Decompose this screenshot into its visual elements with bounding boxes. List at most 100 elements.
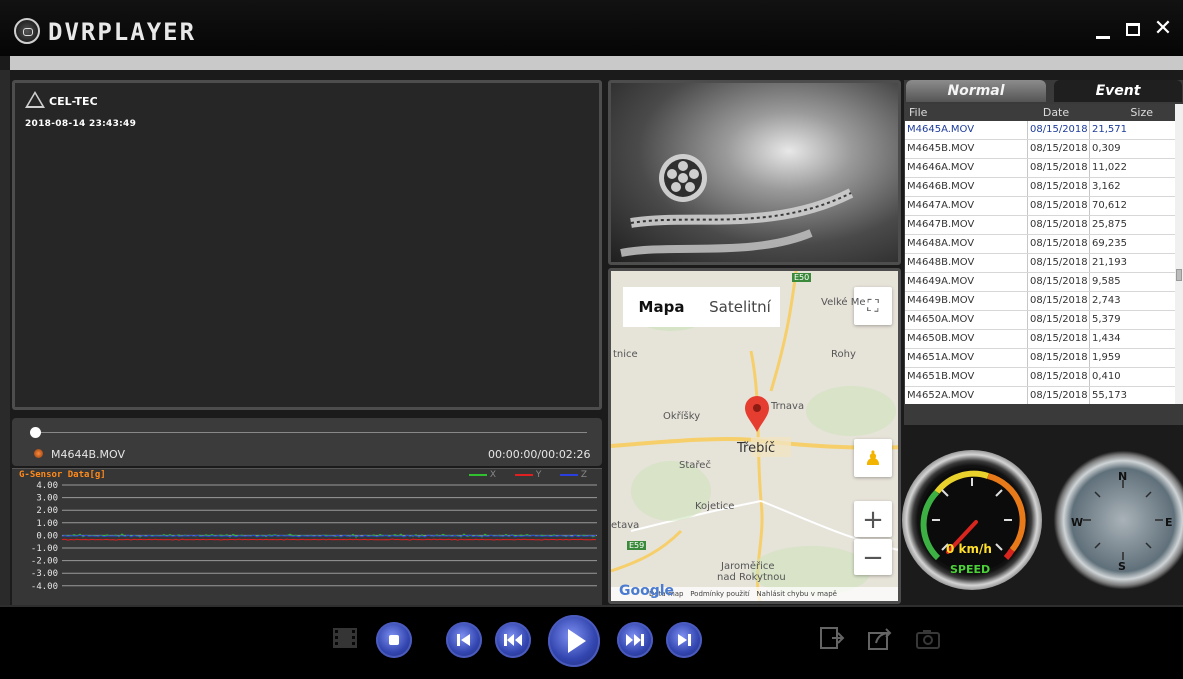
location-pin-icon[interactable] <box>742 394 772 434</box>
file-row[interactable]: M4646B.MOV 08/15/2018 3,162 <box>905 178 1175 197</box>
y-tick-label: 2.00 <box>36 506 58 516</box>
playback-progress-panel: M4644B.MOV 00:00:00/00:02:26 <box>12 418 602 466</box>
previous-file-icon <box>446 622 482 658</box>
share-icon[interactable] <box>866 625 894 653</box>
road-label: E50 <box>792 273 811 282</box>
street-view-button[interactable]: ♟ <box>854 439 892 477</box>
file-row[interactable]: M4647B.MOV 08/15/2018 25,875 <box>905 216 1175 235</box>
close-button[interactable]: ✕ <box>1148 14 1178 44</box>
file-size-cell: 1,434 <box>1089 330 1157 348</box>
y-tick-label: -4.00 <box>31 582 58 592</box>
g-sensor-plot: 4.00 3.00 2.00 1.00 0.00 -1.00 -2.00 -3.00 -4.00 <box>12 469 602 606</box>
file-date-cell: 08/15/2018 <box>1027 311 1089 329</box>
map-place: Stařeč <box>679 460 711 471</box>
file-row[interactable]: M4648A.MOV 08/15/2018 69,235 <box>905 235 1175 254</box>
film-reel-icon <box>611 83 901 265</box>
seek-bar[interactable] <box>32 432 587 433</box>
column-header-size[interactable]: Size <box>1087 104 1175 121</box>
map-type-mapa-tab[interactable]: Mapa <box>623 287 700 327</box>
fullscreen-icon: ⛶ <box>867 296 878 315</box>
app-title: DVRPLAYER <box>48 18 196 46</box>
speed-label: SPEED <box>950 563 990 576</box>
road-label: E59 <box>627 541 646 550</box>
play-button[interactable] <box>548 615 600 667</box>
fast-forward-button[interactable] <box>617 622 653 658</box>
map-report-link[interactable]: Nahlásit chybu v mapě <box>756 590 837 598</box>
file-size-cell: 21,193 <box>1089 254 1157 272</box>
rewind-button[interactable] <box>495 622 531 658</box>
stop-button[interactable] <box>376 622 412 658</box>
video-thumbnail <box>608 80 901 265</box>
g-sensor-chart: 4.00 3.00 2.00 1.00 0.00 -1.00 -2.00 -3.00 -4.00… <box>12 468 602 605</box>
minimize-button[interactable] <box>1088 14 1118 44</box>
tab-event[interactable]: Event <box>1054 80 1182 102</box>
pegman-icon: ♟ <box>864 446 882 470</box>
file-row[interactable]: M4651B.MOV 08/15/2018 0,410 <box>905 368 1175 387</box>
file-row[interactable]: M4645A.MOV 08/15/2018 21,571 <box>905 121 1175 140</box>
brand-label: CEL-TEC <box>49 95 98 108</box>
y-tick-label: 0.00 <box>36 531 58 541</box>
file-file-cell: M4649B.MOV <box>907 292 974 310</box>
dvr-player-window: DVRPLAYER ✕ CEL-TEC 2018-08-14 23:43:49 … <box>0 0 1183 679</box>
file-row[interactable]: M4648B.MOV 08/15/2018 21,193 <box>905 254 1175 273</box>
tab-normal[interactable]: Normal <box>906 80 1046 102</box>
zoom-out-button[interactable]: − <box>854 539 892 575</box>
file-row[interactable]: M4649A.MOV 08/15/2018 9,585 <box>905 273 1175 292</box>
file-row[interactable]: M4651A.MOV 08/15/2018 1,959 <box>905 349 1175 368</box>
legend-y-swatch <box>515 474 533 476</box>
map-terms-link[interactable]: Podmínky použití <box>690 590 750 598</box>
column-header-file[interactable]: File <box>905 104 1025 121</box>
file-row[interactable]: M4645B.MOV 08/15/2018 0,309 <box>905 140 1175 159</box>
y-tick-label: -1.00 <box>31 544 58 554</box>
seek-handle[interactable] <box>30 427 41 438</box>
file-file-cell: M4648B.MOV <box>907 254 974 272</box>
file-date-cell: 08/15/2018 <box>1027 349 1089 367</box>
file-size-cell: 1,959 <box>1089 349 1157 367</box>
file-date-cell: 08/15/2018 <box>1027 254 1089 272</box>
map-type-satellite-tab[interactable]: Satelitní <box>700 287 780 327</box>
column-header-date[interactable]: Date <box>1025 104 1087 121</box>
y-tick-label: 1.00 <box>36 519 58 529</box>
file-size-cell: 69,235 <box>1089 235 1157 253</box>
file-row[interactable]: M4650A.MOV 08/15/2018 5,379 <box>905 311 1175 330</box>
file-row[interactable]: M4646A.MOV 08/15/2018 11,022 <box>905 159 1175 178</box>
file-row[interactable]: M4647A.MOV 08/15/2018 70,612 <box>905 197 1175 216</box>
time-readout: 00:00:00/00:02:26 <box>488 448 591 461</box>
legend-z-swatch <box>560 474 578 476</box>
scrollbar-thumb[interactable] <box>1176 269 1182 281</box>
file-date-cell: 08/15/2018 <box>1027 330 1089 348</box>
file-list-scrollbar[interactable] <box>1175 104 1183 404</box>
y-tick-label: 4.00 <box>36 481 58 491</box>
g-sensor-title: G-Sensor Data[g] <box>19 470 106 480</box>
export-icon[interactable] <box>818 625 846 653</box>
next-file-button[interactable] <box>666 622 702 658</box>
map-place: Trnava <box>771 401 804 412</box>
file-row[interactable]: M4649B.MOV 08/15/2018 2,743 <box>905 292 1175 311</box>
map-place: Kojetice <box>695 501 734 512</box>
maximize-icon <box>1126 23 1140 36</box>
maximize-button[interactable] <box>1118 14 1148 44</box>
video-viewport[interactable]: CEL-TEC 2018-08-14 23:43:49 <box>12 80 602 410</box>
film-icon[interactable] <box>330 623 360 653</box>
playback-controls <box>0 605 1183 679</box>
speed-value: 0 km/h <box>946 542 992 556</box>
compass-east: E <box>1165 516 1173 529</box>
file-date-cell: 08/15/2018 <box>1027 273 1089 291</box>
snapshot-icon[interactable] <box>914 625 942 653</box>
previous-file-button[interactable] <box>446 622 482 658</box>
file-size-cell: 21,571 <box>1089 121 1157 139</box>
file-date-cell: 08/15/2018 <box>1027 178 1089 196</box>
map-view[interactable]: Mapa Satelitní ⛶ Velké Me Rohy tnice Okř… <box>608 268 901 604</box>
zoom-in-button[interactable]: + <box>854 501 892 537</box>
video-timestamp: 2018-08-14 23:43:49 <box>25 119 136 129</box>
legend-z: Z <box>560 470 587 480</box>
legend-y: Y <box>515 470 541 480</box>
file-row[interactable]: M4650B.MOV 08/15/2018 1,434 <box>905 330 1175 349</box>
next-file-icon <box>666 622 702 658</box>
file-row[interactable]: M4652A.MOV 08/15/2018 55,173 <box>905 387 1175 404</box>
minimize-icon <box>1096 36 1110 39</box>
menu-bar <box>10 56 1183 70</box>
file-date-cell: 08/15/2018 <box>1027 140 1089 158</box>
map-place: Třebíč <box>737 441 775 456</box>
play-icon <box>548 615 600 667</box>
